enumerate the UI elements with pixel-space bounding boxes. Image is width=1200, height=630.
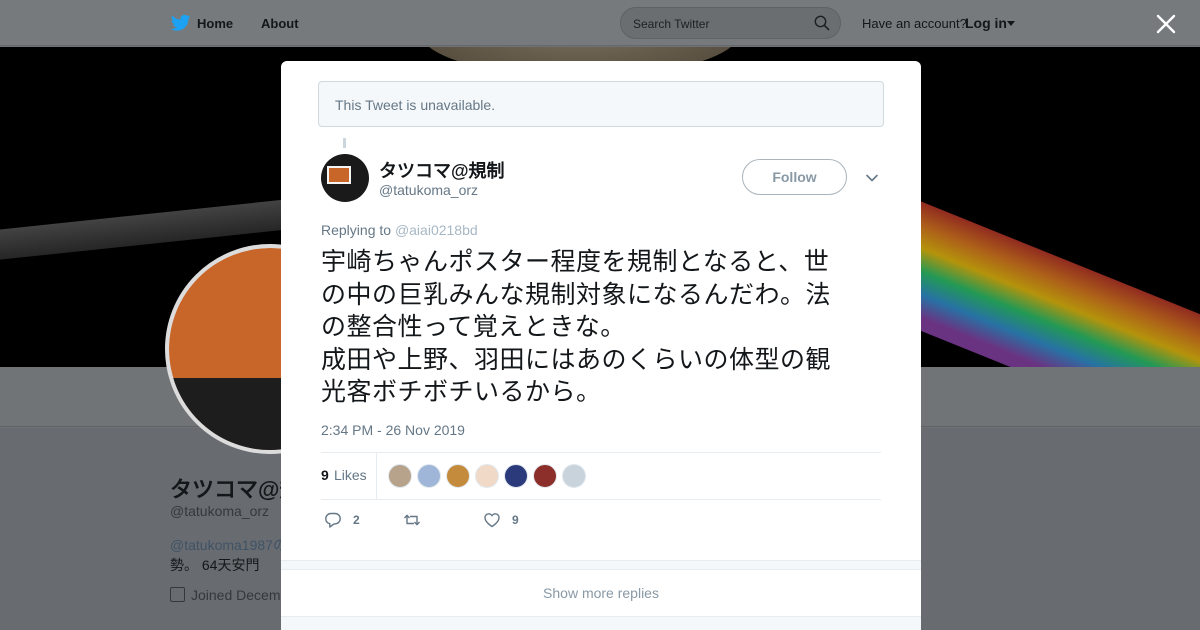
- search-input[interactable]: [633, 14, 803, 34]
- liker-avatar[interactable]: [446, 464, 470, 488]
- profile-bio-link[interactable]: @tatukoma1987の: [170, 535, 287, 555]
- nav-about-link[interactable]: About: [261, 16, 299, 31]
- replying-to-prefix: Replying to: [321, 222, 392, 238]
- tweet-timestamp[interactable]: 2:34 PM - 26 Nov 2019: [321, 422, 465, 438]
- reply-count: 2: [353, 513, 360, 527]
- likes-label[interactable]: Likes: [334, 467, 367, 483]
- login-link[interactable]: Log in: [965, 15, 1007, 31]
- tweet-actions: 2 9: [321, 510, 881, 530]
- profile-joined-text: Joined Decem: [191, 587, 281, 603]
- tweet-text-line: 宇崎ちゃんポスター程度を規制となると、世: [321, 247, 830, 276]
- tweet-author-avatar[interactable]: [321, 154, 369, 202]
- calendar-icon: [170, 587, 185, 602]
- reply-icon: [325, 512, 341, 528]
- nav-home-link[interactable]: Home: [197, 16, 233, 31]
- search-icon[interactable]: [814, 15, 830, 31]
- tweet-text: 宇崎ちゃんポスター程度を規制となると、世 の中の巨乳みんな規制対象になるんだわ。…: [321, 246, 886, 409]
- divider: [376, 453, 377, 499]
- replying-to-link[interactable]: @aiai0218bd: [395, 222, 478, 238]
- tweet-permalink-modal: This Tweet is unavailable. タツコマ@規制 @tatu…: [281, 61, 921, 630]
- tweet-stats: 9 Likes: [321, 453, 881, 499]
- tweet-author-handle[interactable]: @tatukoma_orz: [379, 182, 478, 198]
- thread-connector: [343, 138, 346, 148]
- retweet-icon: [403, 514, 421, 526]
- show-more-replies-button[interactable]: Show more replies: [281, 570, 921, 616]
- likes-count[interactable]: 9: [321, 467, 329, 483]
- liker-avatar[interactable]: [562, 464, 586, 488]
- liker-avatar[interactable]: [417, 464, 441, 488]
- liker-avatar[interactable]: [388, 464, 412, 488]
- avatar-art: [327, 166, 351, 184]
- follow-button[interactable]: Follow: [742, 159, 847, 195]
- liker-avatar[interactable]: [533, 464, 557, 488]
- like-count: 9: [512, 513, 519, 527]
- liker-avatar[interactable]: [504, 464, 528, 488]
- account-prompt: Have an account?: [862, 16, 967, 31]
- tweet-text-line: 光客ボチボチいるから。: [321, 377, 602, 406]
- profile-bio-text: 勢。 64天安門: [170, 557, 260, 573]
- tweet-author-name[interactable]: タツコマ@規制: [379, 157, 505, 183]
- unavailable-notice-text: This Tweet is unavailable.: [335, 97, 496, 113]
- replying-to: Replying to @aiai0218bd: [321, 222, 478, 238]
- unavailable-notice: This Tweet is unavailable.: [318, 81, 884, 127]
- profile-joined: Joined Decem: [170, 587, 281, 603]
- divider: [321, 499, 881, 500]
- profile-handle: @tatukoma_orz: [170, 503, 270, 519]
- liker-avatar[interactable]: [475, 464, 499, 488]
- section-separator: [281, 616, 921, 630]
- section-separator: [281, 560, 921, 570]
- tweet-text-line: 成田や上野、羽田にはあのくらいの体型の観: [321, 344, 832, 374]
- top-navigation-bar: Home About Have an account? Log in: [0, 0, 1200, 46]
- chevron-down-icon[interactable]: [1007, 21, 1015, 26]
- twitter-bird-icon[interactable]: [171, 14, 191, 32]
- tweet-text-line: の中の巨乳みんな規制対象になるんだわ。法: [321, 279, 832, 309]
- tweet-text-line: の整合性って覚えときな。: [321, 312, 626, 341]
- show-more-replies-label: Show more replies: [543, 585, 659, 601]
- close-icon[interactable]: [1155, 13, 1177, 35]
- heart-icon: [484, 513, 500, 528]
- search-box[interactable]: [620, 7, 841, 39]
- chevron-down-icon[interactable]: [865, 171, 879, 185]
